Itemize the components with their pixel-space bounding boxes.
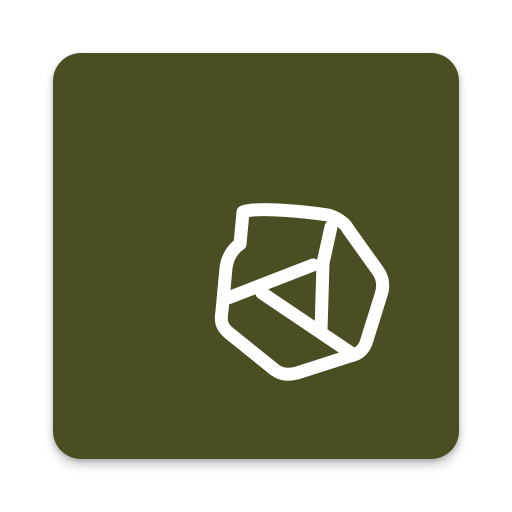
app-icon[interactable] [53, 53, 459, 459]
logo-inner-stroke [314, 220, 338, 338]
hexagon-shield-logo-icon [214, 203, 390, 381]
app-icon-canvas [0, 0, 512, 512]
logo-inner-stroke [255, 286, 358, 360]
